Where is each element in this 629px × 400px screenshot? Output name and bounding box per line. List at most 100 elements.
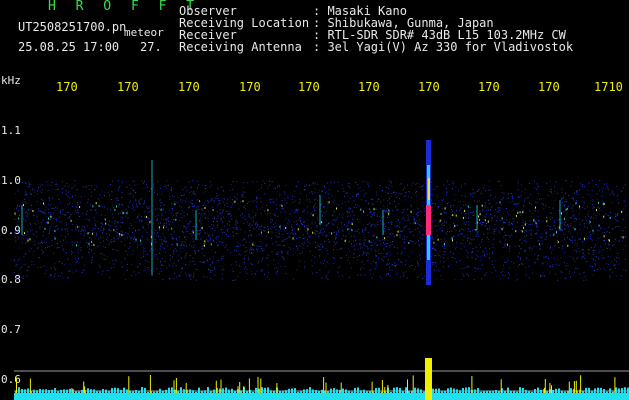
noise-dot (104, 206, 106, 208)
noise-dot (60, 212, 61, 214)
noise-dot (102, 246, 104, 248)
noise-speck (54, 237, 56, 240)
noise-dot (574, 218, 576, 220)
noise-dot (340, 222, 342, 223)
noise-dot (327, 203, 329, 205)
noise-dot (495, 196, 496, 198)
noise-dot (291, 195, 293, 197)
noise-dot (599, 207, 600, 209)
noise-speck (93, 243, 95, 246)
noise-dot (421, 243, 423, 245)
noise-dot (139, 201, 141, 202)
noise-dot (37, 220, 39, 222)
noise-dot (372, 244, 374, 246)
noise-dot (161, 264, 162, 266)
noise-dot (325, 234, 327, 236)
noise-dot (293, 228, 295, 230)
noise-dot (474, 267, 476, 269)
noise-dot (227, 230, 228, 232)
noise-dot (51, 197, 53, 199)
noise-dot (179, 205, 180, 207)
noise-dot (144, 211, 146, 213)
noise-dot (224, 246, 226, 248)
noise-dot (506, 208, 508, 210)
noise-dot (164, 186, 166, 188)
noise-dot (69, 270, 71, 272)
noise-dot (308, 236, 310, 238)
noise-dot (17, 221, 19, 223)
noise-dot (365, 192, 367, 194)
noise-dot (625, 236, 627, 238)
noise-dot (531, 229, 533, 231)
noise-dot (520, 248, 522, 250)
noise-dot (385, 264, 387, 266)
noise-dot (358, 205, 360, 207)
noise-dot (407, 219, 409, 221)
noise-dot (404, 195, 406, 197)
noise-dot (326, 277, 328, 279)
noise-dot (620, 278, 621, 280)
noise-dot (14, 219, 16, 220)
noise-dot (116, 228, 118, 230)
noise-dot (136, 206, 138, 208)
noise-dot (42, 220, 44, 222)
noise-dot (255, 198, 257, 200)
noise-dot (258, 234, 260, 236)
noise-dot (563, 252, 565, 254)
noise-dot (582, 196, 584, 198)
noise-speck (347, 228, 349, 231)
noise-dot (478, 189, 480, 191)
noise-dot (189, 192, 191, 194)
noise-speck (439, 219, 441, 222)
noise-dot (351, 210, 353, 212)
noise-dot (484, 205, 486, 207)
noise-dot (200, 238, 202, 240)
noise-dot (451, 211, 453, 213)
noise-dot (420, 257, 422, 259)
noise-dot (431, 207, 433, 209)
noise-dot (598, 248, 600, 250)
noise-dot (387, 204, 388, 206)
noise-dot (610, 215, 612, 217)
noise-dot (531, 250, 533, 252)
noise-dot (316, 272, 318, 273)
noise-dot (397, 272, 399, 274)
baseline-spike (612, 391, 614, 393)
noise-dot (423, 184, 425, 186)
noise-dot (24, 203, 26, 205)
noise-dot (90, 209, 92, 211)
noise-dot (325, 265, 327, 267)
noise-dot (401, 261, 403, 263)
noise-dot (189, 206, 190, 208)
noise-dot (274, 214, 275, 216)
noise-dot (355, 181, 357, 183)
noise-dot (581, 200, 583, 202)
noise-dot (332, 201, 334, 203)
noise-dot (176, 238, 177, 240)
noise-dot (242, 182, 244, 184)
noise-dot (264, 274, 265, 276)
noise-speck (546, 220, 548, 223)
noise-dot (573, 249, 575, 251)
noise-dot (225, 234, 227, 236)
noise-dot (603, 202, 605, 203)
noise-dot (499, 278, 501, 279)
noise-dot (292, 201, 294, 203)
noise-dot (463, 268, 465, 270)
noise-dot (476, 254, 478, 256)
baseline-spike (408, 391, 410, 393)
noise-dot (522, 225, 524, 227)
noise-dot (388, 192, 390, 194)
baseline-fill (14, 393, 629, 400)
noise-dot (216, 227, 218, 228)
baseline-spike (231, 388, 233, 393)
noise-dot (55, 225, 57, 227)
noise-dot (298, 265, 300, 267)
noise-dot (212, 206, 214, 208)
noise-dot (487, 199, 489, 201)
noise-dot (466, 273, 468, 275)
noise-dot (197, 233, 199, 234)
noise-dot (329, 231, 330, 233)
noise-dot (66, 242, 68, 243)
noise-dot (456, 224, 458, 226)
